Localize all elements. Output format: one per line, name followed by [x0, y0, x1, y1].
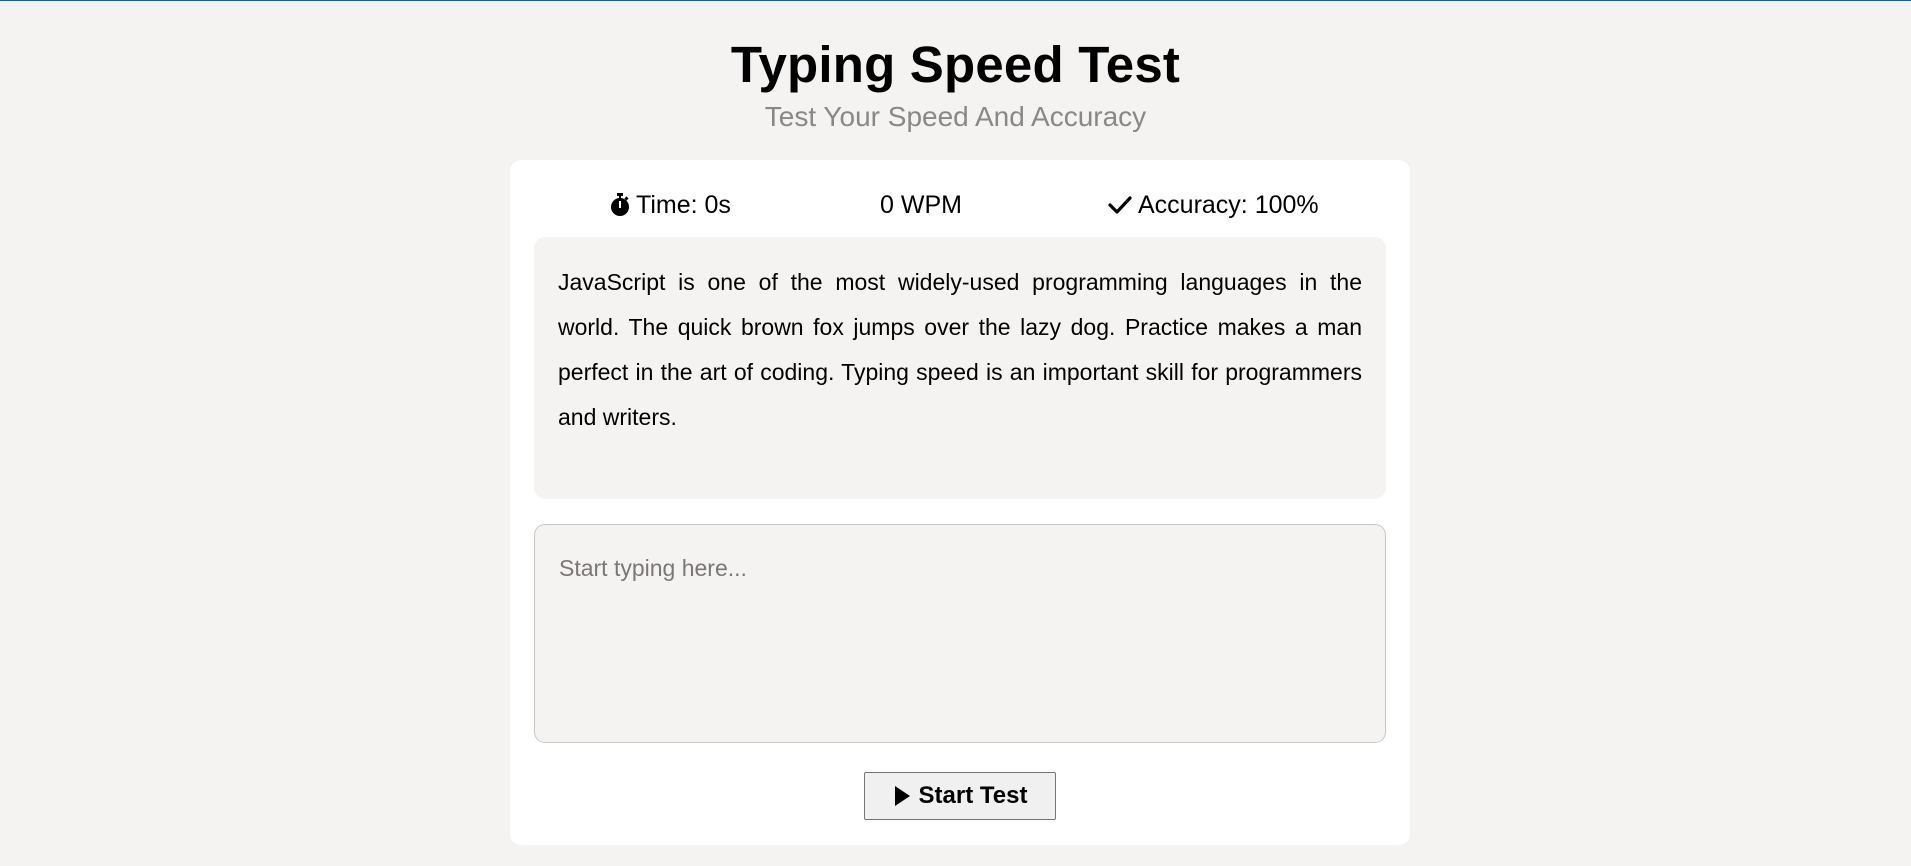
page-title: Typing Speed Test: [730, 36, 1181, 93]
timer-stat: Time: 0s: [610, 191, 731, 220]
timer-label: Time: 0s: [636, 190, 731, 219]
play-icon: [893, 785, 911, 807]
accuracy-stat: Accuracy: 100%: [1108, 191, 1319, 220]
passage-text: JavaScript is one of the most widely-use…: [534, 237, 1386, 499]
typing-input[interactable]: [534, 524, 1386, 743]
wpm-label: 0 WPM: [880, 190, 962, 219]
accuracy-label: Accuracy: 100%: [1138, 190, 1319, 219]
stats-bar: Time: 0s 0 WPM Accuracy: 100%: [510, 184, 1410, 226]
stopwatch-icon: [610, 193, 630, 217]
start-test-button[interactable]: Start Test: [864, 772, 1056, 820]
wpm-stat: 0 WPM: [880, 191, 962, 220]
page-subtitle: Test Your Speed And Accuracy: [764, 101, 1147, 132]
start-test-label: Start Test: [918, 782, 1028, 809]
checkmark-icon: [1108, 195, 1132, 215]
page-header: Typing Speed Test Test Your Speed And Ac…: [0, 1, 1911, 137]
typing-test-card: Time: 0s 0 WPM Accuracy: 100% JavaScript…: [510, 160, 1410, 845]
